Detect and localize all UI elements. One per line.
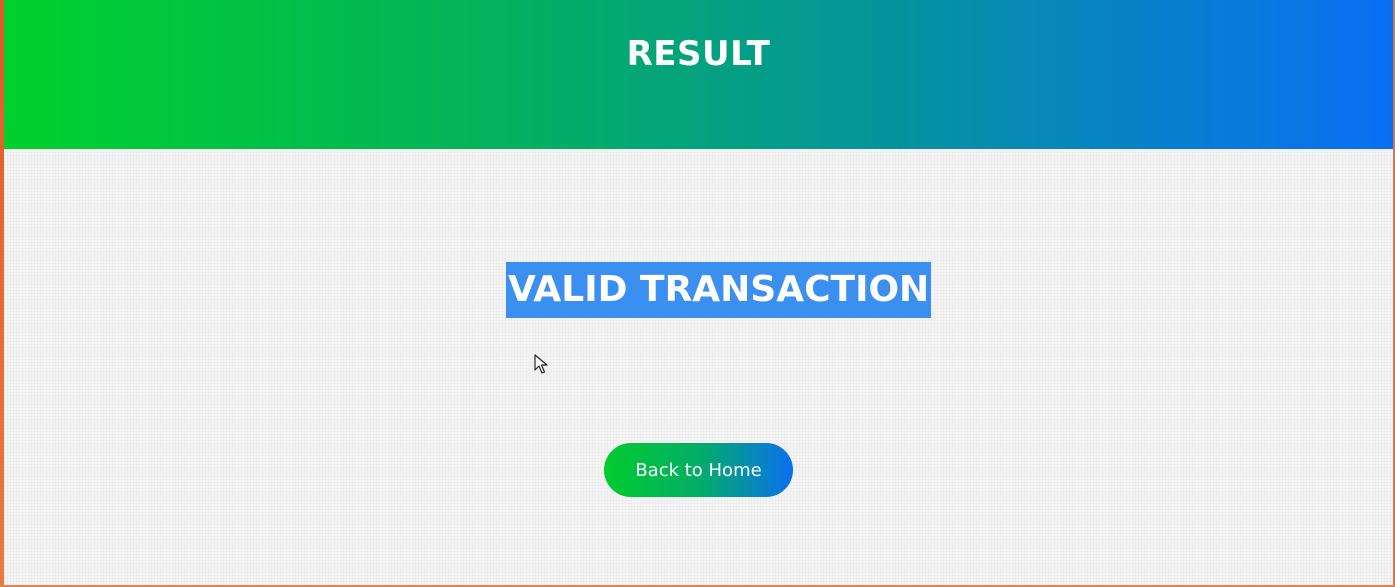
transaction-status-text: VALID TRANSACTION — [506, 262, 932, 318]
back-to-home-button[interactable]: Back to Home — [604, 443, 793, 497]
page-header: RESULT — [4, 0, 1393, 149]
mouse-pointer-icon — [534, 354, 548, 374]
result-content: VALID TRANSACTION Back to Home — [4, 149, 1393, 585]
page-title: RESULT — [626, 34, 771, 75]
